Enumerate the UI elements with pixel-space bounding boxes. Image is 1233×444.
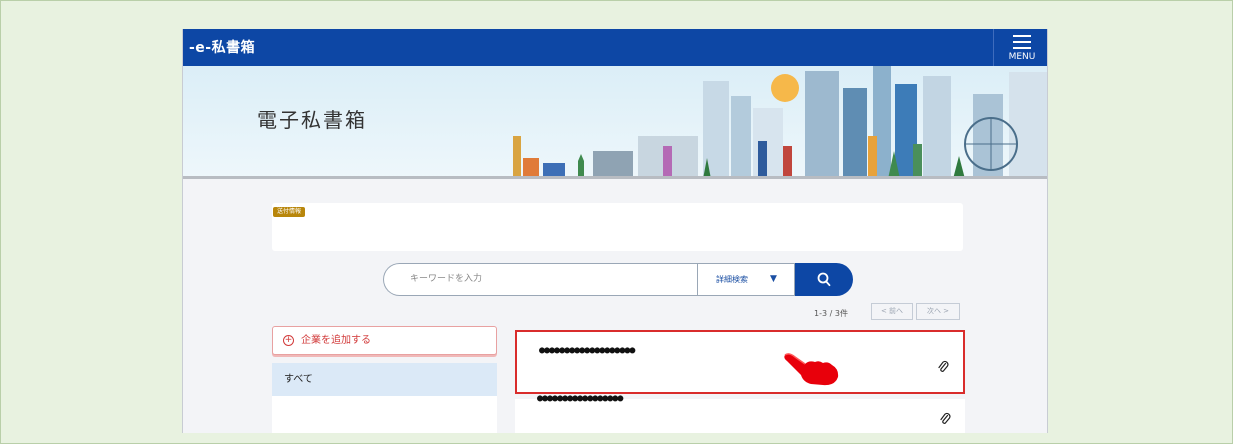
sidebar-item-all[interactable]: すべて [272, 363, 497, 396]
search-button[interactable] [795, 263, 853, 296]
mail-list-item[interactable]: ●●●●●●●●●●●●●●●●● [515, 393, 965, 433]
hero-ground [183, 176, 1047, 179]
hero-banner: 電子私書箱 [183, 66, 1047, 179]
mail-list-item[interactable]: ●●●●●●●●●●●●●●●●●●● [515, 330, 965, 394]
menu-label: MENU [1008, 52, 1036, 62]
advanced-search-label: 詳細検索 [716, 275, 748, 284]
caret-down-icon: ▼ [770, 274, 777, 284]
menu-button[interactable]: MENU [993, 29, 1047, 66]
figure-frame: -e-私書箱 MENU 電子私書箱 送付情報 キーワードを入力 詳細検索 ▼ 1… [0, 0, 1233, 444]
search-bar: キーワードを入力 詳細検索 ▼ [383, 263, 853, 296]
page-title: 電子私書箱 [257, 108, 367, 132]
result-count: 1-3 / 3件 [814, 309, 848, 318]
add-company-button[interactable]: + 企業を追加する [272, 326, 497, 355]
sidebar-empty-area [272, 396, 497, 433]
notice-panel [272, 203, 963, 251]
pointing-hand-icon [784, 353, 839, 386]
add-company-label: 企業を追加する [301, 335, 371, 346]
next-page-button[interactable]: 次へ > [916, 303, 960, 320]
paperclip-icon [938, 361, 949, 372]
paperclip-icon [940, 413, 951, 424]
app-logo[interactable]: -e-私書箱 [189, 37, 255, 57]
hamburger-icon [1013, 35, 1031, 53]
advanced-search-toggle[interactable]: 詳細検索 ▼ [697, 263, 795, 296]
browser-screenshot: -e-私書箱 MENU 電子私書箱 送付情報 キーワードを入力 詳細検索 ▼ 1… [182, 29, 1048, 433]
plus-circle-icon: + [283, 335, 294, 346]
prev-page-button[interactable]: < 前へ [871, 303, 913, 320]
mail-sender: ●●●●●●●●●●●●●●●●● [537, 393, 623, 404]
notice-badge: 送付情報 [273, 207, 306, 217]
top-bar: -e-私書箱 MENU [183, 29, 1047, 66]
search-icon [817, 272, 831, 287]
search-input[interactable]: キーワードを入力 [383, 263, 697, 296]
mail-sender: ●●●●●●●●●●●●●●●●●●● [539, 345, 635, 356]
